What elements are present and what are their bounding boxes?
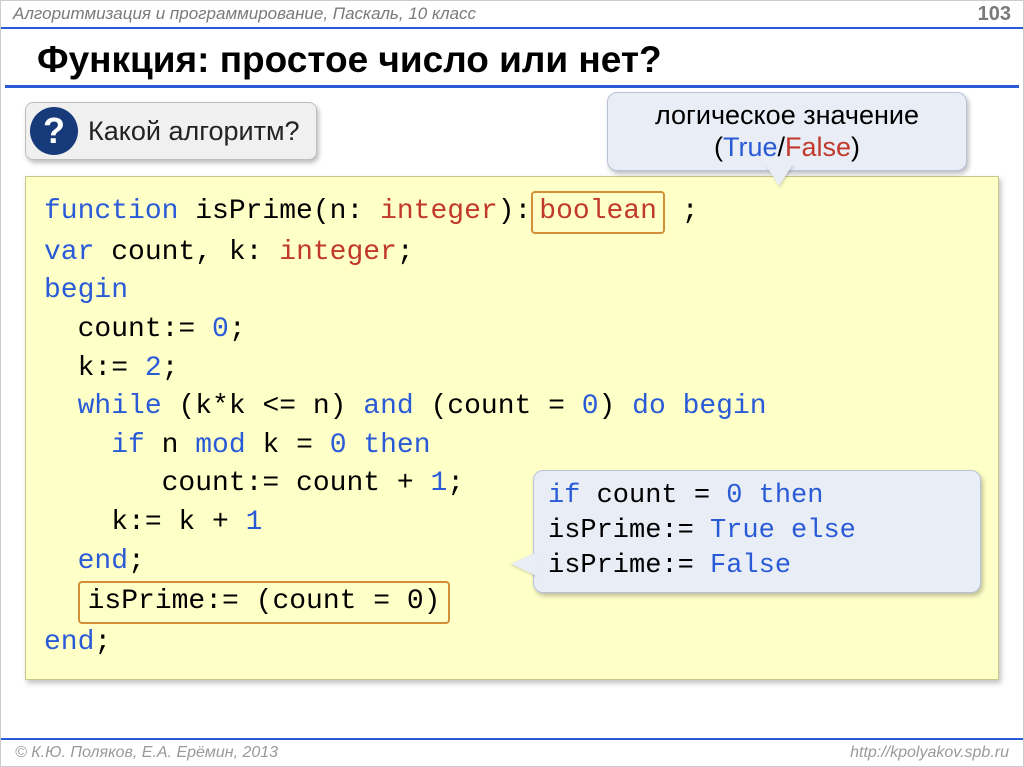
callout-alternative: if count = 0 then isPrime:= True else is… [533, 470, 981, 593]
breadcrumb: Алгоритмизация и программирование, Паска… [13, 4, 978, 24]
slide: Алгоритмизация и программирование, Паска… [0, 0, 1024, 767]
callout-tail-icon [511, 552, 537, 576]
header-bar: Алгоритмизация и программирование, Паска… [1, 1, 1023, 29]
copyright: © К.Ю. Поляков, Е.А. Ерёмин, 2013 [15, 744, 278, 762]
content-area: ? Какой алгоритм? логическое значение (T… [1, 88, 1023, 680]
question-badge: ? Какой алгоритм? [25, 102, 317, 160]
question-text: Какой алгоритм? [88, 116, 300, 147]
callout-line1: логическое значение [626, 99, 948, 131]
callout-boolean: логическое значение (True/False) [607, 92, 967, 171]
footer: © К.Ю. Поляков, Е.А. Ерёмин, 2013 http:/… [1, 738, 1023, 766]
page-title: Функция: простое число или нет? [5, 29, 1019, 88]
code-block: function isPrime(n: integer):boolean ; v… [25, 176, 999, 680]
result-assignment-box: isPrime:= (count = 0) [78, 581, 451, 624]
footer-url: http://kpolyakov.spb.ru [850, 744, 1009, 762]
return-type-box: boolean [531, 191, 665, 234]
callout-line2: (True/False) [626, 131, 948, 163]
callout-tail-icon [765, 164, 793, 186]
question-mark-icon: ? [30, 107, 78, 155]
page-number: 103 [978, 3, 1011, 26]
